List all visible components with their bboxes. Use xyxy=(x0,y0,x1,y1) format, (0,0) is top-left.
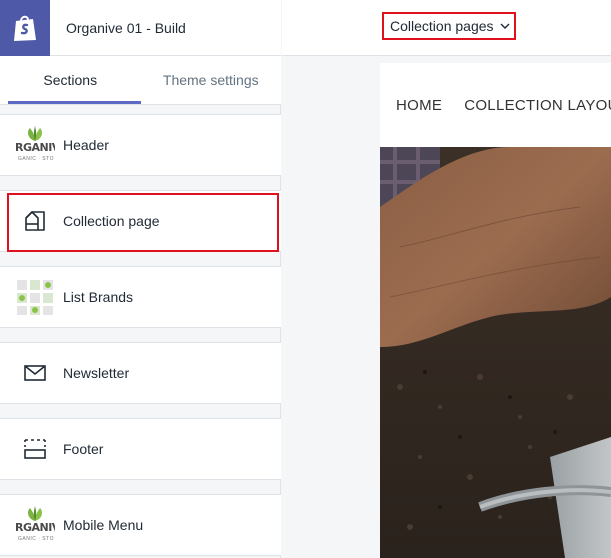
sidebar-topbar: Organive 01 - Build xyxy=(0,0,281,56)
section-label: List Brands xyxy=(63,289,134,305)
editor-sidebar: Organive 01 - Build Sections Theme setti… xyxy=(0,0,281,558)
organive-logo-thumbnail: RGANIV GANIC · STO xyxy=(15,505,55,545)
section-label: Mobile Menu xyxy=(63,517,144,533)
section-list-brands[interactable]: List Brands xyxy=(0,266,281,328)
store-nav: HOME COLLECTION LAYOUT xyxy=(380,63,611,147)
preview-toolbar: Collection pages xyxy=(282,0,611,56)
section-label: Newsletter xyxy=(63,365,130,381)
hero-image xyxy=(380,147,611,558)
collection-page-icon xyxy=(15,201,55,241)
section-label: Collection page xyxy=(63,213,160,229)
footer-layout-icon xyxy=(15,429,55,469)
section-label: Footer xyxy=(63,441,104,457)
tab-label: Sections xyxy=(43,72,98,88)
organive-logo-thumbnail: RGANIV GANIC · STO xyxy=(15,125,55,165)
nav-home[interactable]: HOME xyxy=(396,97,442,114)
tab-sections[interactable]: Sections xyxy=(0,56,141,104)
section-newsletter[interactable]: Newsletter xyxy=(0,342,281,404)
nav-collection-layout[interactable]: COLLECTION LAYOUT xyxy=(464,97,611,114)
section-footer[interactable]: Footer xyxy=(0,418,281,480)
tab-theme-settings[interactable]: Theme settings xyxy=(141,56,282,104)
section-header[interactable]: RGANIV GANIC · STO Header xyxy=(0,114,281,176)
sidebar-tabs: Sections Theme settings xyxy=(0,56,281,105)
shopify-bag-icon xyxy=(14,15,36,41)
page-type-label: Collection pages xyxy=(390,18,494,34)
store-preview: HOME COLLECTION LAYOUT xyxy=(380,63,611,558)
shopify-logo[interactable] xyxy=(0,0,50,56)
tab-label: Theme settings xyxy=(162,72,259,88)
section-collection-page[interactable]: Collection page xyxy=(0,190,281,252)
chevron-down-icon xyxy=(500,23,510,29)
brand-logos-thumbnail xyxy=(15,277,55,317)
section-label: Header xyxy=(63,137,109,153)
envelope-icon xyxy=(15,353,55,393)
page-type-selector[interactable]: Collection pages xyxy=(382,12,518,40)
section-mobile-menu[interactable]: RGANIV GANIC · STO Mobile Menu xyxy=(0,494,281,556)
store-name: Organive 01 - Build xyxy=(66,19,186,36)
